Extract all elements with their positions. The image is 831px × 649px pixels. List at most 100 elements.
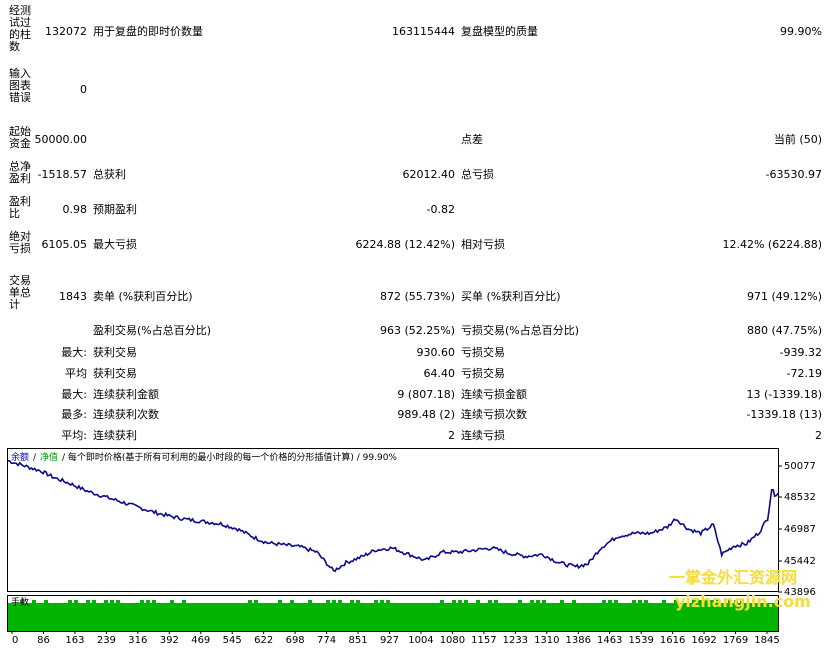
modelling-quality-label: 复盘模型的质量 [461, 25, 538, 38]
relative-drawdown-value: 12.42% (6224.88) [722, 238, 822, 251]
maximal-consecutive-prefix: 最多: [61, 408, 87, 421]
x-tick-label: 1080 [440, 635, 465, 646]
lots-bar [494, 600, 498, 603]
average-consecutive-wins-label: 连续获利 [93, 429, 137, 442]
lots-bar [32, 600, 36, 603]
x-tick-label: 927 [380, 635, 399, 646]
average-loss-value: -72.19 [786, 367, 822, 380]
chart-errors-label: 输入图表错误 [9, 67, 31, 104]
legend-equity: 净值 [40, 451, 58, 463]
x-tick-label: 1845 [754, 635, 779, 646]
modelling-quality-value: 99.90% [780, 25, 822, 38]
average-consecutive-losses-label: 连续亏损 [461, 429, 505, 442]
max-consecutive-losses-label: 连续亏损金额 [461, 388, 527, 401]
loss-trades-label: 亏损交易(%占总百分比) [461, 324, 580, 337]
lots-bar [254, 600, 258, 603]
x-tick-label: 1463 [597, 635, 622, 646]
lots-bar [608, 600, 612, 603]
maximal-consecutive-loss-value: -1339.18 (13) [746, 408, 822, 421]
lots-bar [332, 600, 336, 603]
short-positions-label: 卖单 (%获利百分比) [93, 290, 193, 303]
total-trades-value: 1843 [59, 290, 87, 303]
y-tick-label: 45442 [784, 556, 816, 567]
x-tick-label: 1616 [660, 635, 685, 646]
lots-bar [488, 600, 492, 603]
balance-chart: 余额 / 净值 / 每个即时价格(基于所有可利用的最小时段的每一个价格的分形插值… [7, 448, 831, 649]
long-positions-label: 买单 (%获利百分比) [461, 290, 561, 303]
relative-drawdown-label: 相对亏损 [461, 238, 505, 251]
legend-balance: 余额 [11, 451, 29, 463]
x-tick-label: 774 [317, 635, 336, 646]
gross-profit-value: 62012.40 [402, 168, 456, 181]
x-tick-label: 622 [254, 635, 273, 646]
lots-bar [542, 600, 546, 603]
profit-factor-value: 0.98 [62, 203, 88, 216]
maximal-consecutive-loss-label: 连续亏损次数 [461, 408, 527, 421]
x-tick-label: 163 [65, 635, 84, 646]
y-tick-label: 50077 [784, 461, 816, 472]
lots-bars [8, 600, 778, 631]
average-consecutive-losses-value: 2 [815, 429, 822, 442]
lots-bar [386, 600, 390, 603]
lots-bar [290, 600, 294, 603]
lots-bar [308, 600, 312, 603]
lots-bar [374, 600, 378, 603]
plot-frame [7, 448, 779, 592]
x-axis-ticks: 0 86 163 239 316 392 469 545 622 698 774 851 927 1004… [11, 631, 780, 646]
lots-bar [74, 600, 78, 603]
x-tick-label: 469 [191, 635, 210, 646]
x-tick-label: 316 [128, 635, 147, 646]
initial-deposit-value: 50000.00 [34, 133, 88, 146]
profit-trades-value: 963 (52.25%) [379, 324, 455, 337]
lots-bar [68, 600, 72, 603]
balance-chart-svg: 余额 / 净值 / 每个即时价格(基于所有可利用的最小时段的每一个价格的分形插值… [7, 448, 816, 646]
largest-profit-label: 获利交易 [93, 346, 137, 359]
chart-errors-value: 0 [80, 83, 87, 96]
x-tick-label: 239 [97, 635, 116, 646]
largest-profit-value: 930.60 [416, 346, 456, 359]
x-tick-label: 1539 [628, 635, 653, 646]
lots-bar [536, 600, 540, 603]
lots-bar [338, 600, 342, 603]
largest-loss-label: 亏损交易 [461, 346, 505, 359]
average-consecutive-prefix: 平均: [61, 429, 87, 442]
lots-bar [638, 600, 642, 603]
lots-bar [146, 600, 150, 603]
x-tick-label: 698 [286, 635, 305, 646]
x-tick-label: 1310 [534, 635, 559, 646]
average-profit-label: 获利交易 [93, 367, 137, 380]
lots-bar [356, 600, 360, 603]
x-tick-label: 1769 [723, 635, 748, 646]
lots-bar [104, 600, 108, 603]
lots-bar [248, 600, 252, 603]
absolute-drawdown-value: 6105.05 [41, 238, 88, 251]
lots-bar [116, 600, 120, 603]
maximal-drawdown-label: 最大亏损 [93, 238, 137, 251]
lots-bar [560, 600, 564, 603]
maximal-consecutive-profit-value: 989.48 (2) [397, 408, 455, 421]
lots-bar [326, 600, 330, 603]
lots-bar [644, 600, 648, 603]
watermark-site-name: 一掌金外汇资源网 [669, 568, 797, 587]
legend-description: / 每个即时价格(基于所有可利用的最小时段的每一个价格的分形插值计算) / 99… [62, 451, 397, 463]
loss-trades-value: 880 (47.75%) [746, 324, 822, 337]
ticks-modelled-label: 用于复盘的即时价数量 [93, 25, 203, 38]
lots-bar [440, 600, 444, 603]
max-consecutive-prefix: 最大: [61, 388, 87, 401]
x-tick-label: 1233 [503, 635, 528, 646]
x-tick-label: 392 [160, 635, 179, 646]
gross-loss-label: 总亏损 [461, 168, 494, 181]
y-tick-label: 46987 [784, 524, 816, 535]
x-tick-label: 1157 [471, 635, 496, 646]
profit-trades-label: 盈利交易(%占总百分比) [93, 324, 212, 337]
x-tick-label: 1386 [566, 635, 591, 646]
lots-bar [614, 600, 618, 603]
lots-bar [632, 600, 636, 603]
lots-bar [278, 600, 282, 603]
lots-bar [530, 600, 534, 603]
lots-bar [452, 600, 456, 603]
gross-loss-value: -63530.97 [765, 168, 822, 181]
lots-bar [380, 600, 384, 603]
bars-tested-value: 132072 [45, 25, 87, 38]
average-prefix: 平均 [65, 367, 87, 380]
